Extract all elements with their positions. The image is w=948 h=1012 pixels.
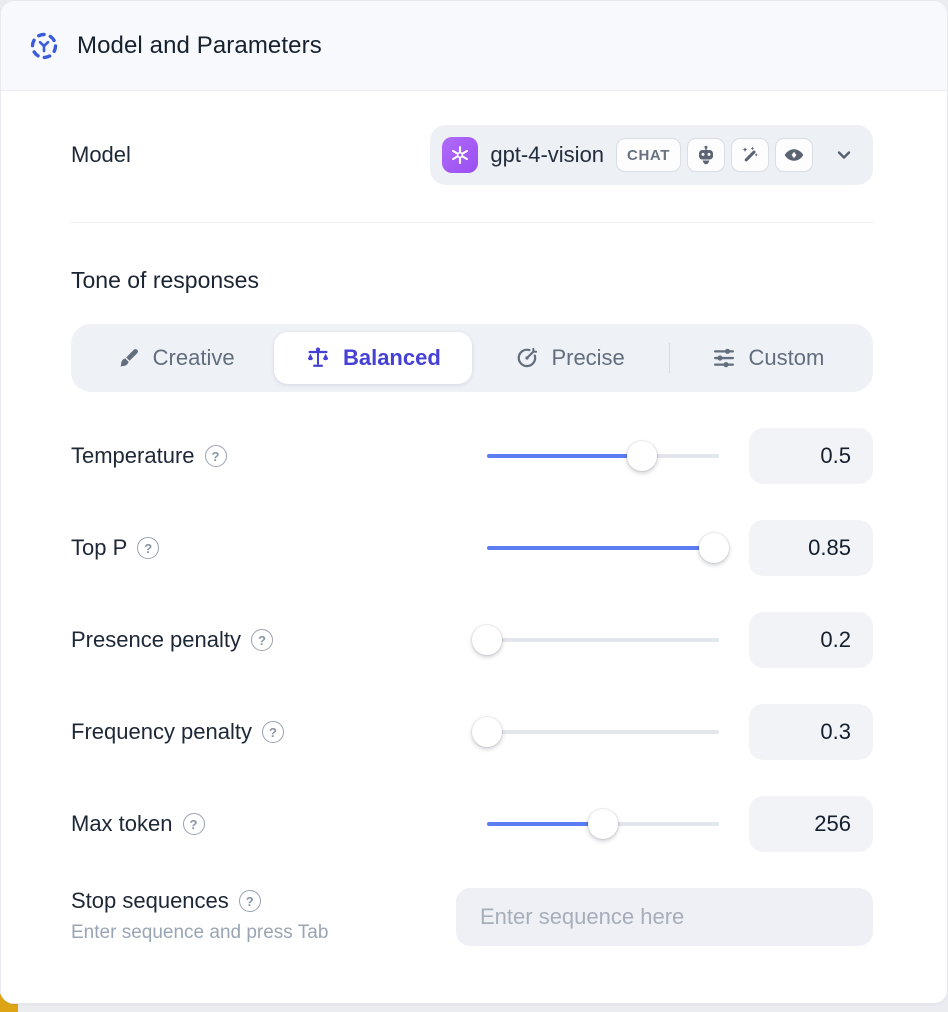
slider-thumb[interactable] <box>627 441 657 471</box>
section-divider <box>71 222 873 223</box>
presence-penalty-row: Presence penalty ? 0.2 <box>71 612 873 668</box>
balance-scale-icon <box>305 345 331 371</box>
slider-thumb[interactable] <box>472 625 502 655</box>
panel-header: Model and Parameters <box>1 1 947 91</box>
model-select-dropdown[interactable]: gpt-4-vision CHAT <box>430 125 873 185</box>
tab-label: Precise <box>551 345 624 371</box>
tone-tab-bar: Creative Balanced <box>71 324 873 392</box>
openai-logo-icon <box>442 137 478 173</box>
model-badges: CHAT <box>616 138 813 172</box>
help-icon[interactable]: ? <box>262 721 284 743</box>
tab-label: Balanced <box>343 345 441 371</box>
temperature-row: Temperature ? 0.5 <box>71 428 873 484</box>
slider-thumb[interactable] <box>699 533 729 563</box>
tab-label: Custom <box>748 345 824 371</box>
top-p-row: Top P ? 0.85 <box>71 520 873 576</box>
help-icon[interactable]: ? <box>251 629 273 651</box>
help-icon[interactable]: ? <box>183 813 205 835</box>
max-token-row: Max token ? 256 <box>71 796 873 852</box>
stop-sequence-input[interactable] <box>456 888 873 946</box>
model-parameters-icon <box>29 31 59 61</box>
temperature-value: 0.5 <box>749 428 873 484</box>
panel-title: Model and Parameters <box>77 32 322 60</box>
temperature-label: Temperature <box>71 443 195 469</box>
presence-penalty-label: Presence penalty <box>71 627 241 653</box>
top-p-value: 0.85 <box>749 520 873 576</box>
frequency-penalty-label: Frequency penalty <box>71 719 252 745</box>
max-token-value: 256 <box>749 796 873 852</box>
model-row: Model gpt-4-vision CHAT <box>71 125 873 185</box>
tone-heading: Tone of responses <box>71 267 873 294</box>
slider-thumb[interactable] <box>588 809 618 839</box>
chevron-down-icon <box>833 144 855 166</box>
magic-wand-icon <box>731 138 769 172</box>
presence-penalty-slider[interactable] <box>487 625 719 655</box>
frequency-penalty-slider[interactable] <box>487 717 719 747</box>
top-p-label: Top P <box>71 535 127 561</box>
tab-custom[interactable]: Custom <box>670 332 867 384</box>
model-parameters-panel: Model and Parameters Model <box>0 0 948 1004</box>
tab-balanced[interactable]: Balanced <box>274 332 471 384</box>
stop-sequences-label: Stop sequences <box>71 888 229 914</box>
top-p-slider[interactable] <box>487 533 719 563</box>
tab-creative[interactable]: Creative <box>77 332 274 384</box>
help-icon[interactable]: ? <box>137 537 159 559</box>
stop-sequences-helper: Enter sequence and press Tab <box>71 922 328 944</box>
slider-thumb[interactable] <box>472 717 502 747</box>
paintbrush-icon <box>117 346 141 370</box>
max-token-label: Max token <box>71 811 173 837</box>
help-icon[interactable]: ? <box>239 890 261 912</box>
help-icon[interactable]: ? <box>205 445 227 467</box>
selected-model-name: gpt-4-vision <box>490 142 604 168</box>
vision-eye-icon <box>775 138 813 172</box>
model-label: Model <box>71 142 131 168</box>
chat-type-badge: CHAT <box>616 138 681 172</box>
tab-precise[interactable]: Precise <box>472 332 669 384</box>
presence-penalty-value: 0.2 <box>749 612 873 668</box>
robot-icon <box>687 138 725 172</box>
frequency-penalty-row: Frequency penalty ? 0.3 <box>71 704 873 760</box>
max-token-slider[interactable] <box>487 809 719 839</box>
target-icon <box>515 346 539 370</box>
temperature-slider[interactable] <box>487 441 719 471</box>
tab-label: Creative <box>153 345 235 371</box>
sliders-icon <box>712 346 736 370</box>
stop-sequences-row: Stop sequences ? Enter sequence and pres… <box>71 888 873 946</box>
frequency-penalty-value: 0.3 <box>749 704 873 760</box>
